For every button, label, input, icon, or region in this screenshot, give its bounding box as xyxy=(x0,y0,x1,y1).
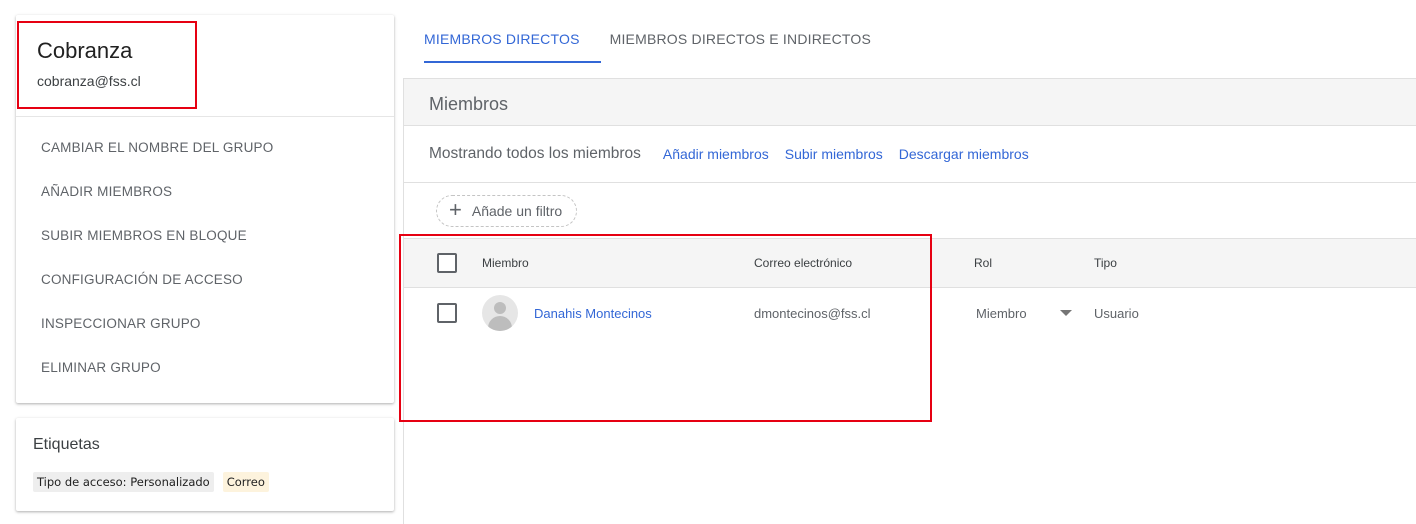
group-actions-menu: CAMBIAR EL NOMBRE DEL GRUPO AÑADIR MIEMB… xyxy=(16,117,394,390)
inspect-group-action[interactable]: INSPECCIONAR GRUPO xyxy=(16,302,394,346)
access-type-chip: Tipo de acceso: Personalizado xyxy=(33,472,214,492)
add-members-link[interactable]: Añadir miembros xyxy=(663,146,769,162)
add-filter-label: Añade un filtro xyxy=(471,203,563,219)
upload-members-link[interactable]: Subir miembros xyxy=(785,146,883,162)
row-select-cell xyxy=(437,288,457,338)
role-dropdown[interactable]: Miembro xyxy=(976,306,1072,321)
member-type: Usuario xyxy=(1094,305,1139,321)
table-row: Danahis Montecinos dmontecinos@fss.cl Mi… xyxy=(404,288,1416,338)
member-name-cell: Danahis Montecinos xyxy=(534,288,652,338)
tab-direct-members[interactable]: MIEMBROS DIRECTOS xyxy=(403,0,601,64)
group-header: Cobranza cobranza@fss.cl xyxy=(16,15,394,117)
members-panel-title: Miembros xyxy=(404,79,1416,126)
group-card: Cobranza cobranza@fss.cl CAMBIAR EL NOMB… xyxy=(16,15,394,403)
members-table-header: Miembro Correo electrónico Rol Tipo xyxy=(404,239,1416,288)
filter-row: + Añade un filtro xyxy=(404,183,1416,239)
group-title: Cobranza xyxy=(37,38,133,63)
add-members-action[interactable]: AÑADIR MIEMBROS xyxy=(16,170,394,214)
row-checkbox[interactable] xyxy=(437,303,457,323)
column-header-member[interactable]: Miembro xyxy=(482,239,529,287)
access-settings-action[interactable]: CONFIGURACIÓN DE ACCESO xyxy=(16,258,394,302)
labels-chips: Tipo de acceso: Personalizado Correo xyxy=(33,472,394,492)
group-email: cobranza@fss.cl xyxy=(37,73,141,89)
labels-card: Etiquetas Tipo de acceso: Personalizado … xyxy=(16,418,394,511)
column-header-type[interactable]: Tipo xyxy=(1094,239,1117,287)
members-summary-row: Mostrando todos los miembros Añadir miem… xyxy=(404,126,1416,183)
delete-group-action[interactable]: ELIMINAR GRUPO xyxy=(16,346,394,390)
member-tabs: MIEMBROS DIRECTOS MIEMBROS DIRECTOS E IN… xyxy=(403,0,892,64)
select-all-cell xyxy=(437,239,457,287)
column-header-email[interactable]: Correo electrónico xyxy=(754,239,852,287)
member-name-link[interactable]: Danahis Montecinos xyxy=(534,306,652,321)
download-members-link[interactable]: Descargar miembros xyxy=(899,146,1029,162)
member-avatar-cell xyxy=(482,288,518,338)
plus-icon: + xyxy=(449,197,462,222)
bulk-upload-members-action[interactable]: SUBIR MIEMBROS EN BLOQUE xyxy=(16,214,394,258)
tab-direct-and-indirect-members[interactable]: MIEMBROS DIRECTOS E INDIRECTOS xyxy=(601,0,892,64)
members-panel: Miembros Mostrando todos los miembros Añ… xyxy=(403,78,1416,524)
dropdown-arrow-icon xyxy=(1059,310,1072,316)
members-summary-text: Mostrando todos los miembros xyxy=(429,145,641,162)
add-filter-button[interactable]: + Añade un filtro xyxy=(436,195,578,227)
avatar xyxy=(482,295,518,331)
role-cell: Miembro xyxy=(976,288,1072,338)
labels-title: Etiquetas xyxy=(33,436,100,453)
member-email: dmontecinos@fss.cl xyxy=(754,305,871,321)
email-label-chip: Correo xyxy=(222,472,269,492)
role-value: Miembro xyxy=(976,305,1027,321)
column-header-role[interactable]: Rol xyxy=(974,239,992,287)
highlight-annotation xyxy=(17,21,197,109)
rename-group-action[interactable]: CAMBIAR EL NOMBRE DEL GRUPO xyxy=(16,126,394,170)
select-all-checkbox[interactable] xyxy=(437,253,457,273)
